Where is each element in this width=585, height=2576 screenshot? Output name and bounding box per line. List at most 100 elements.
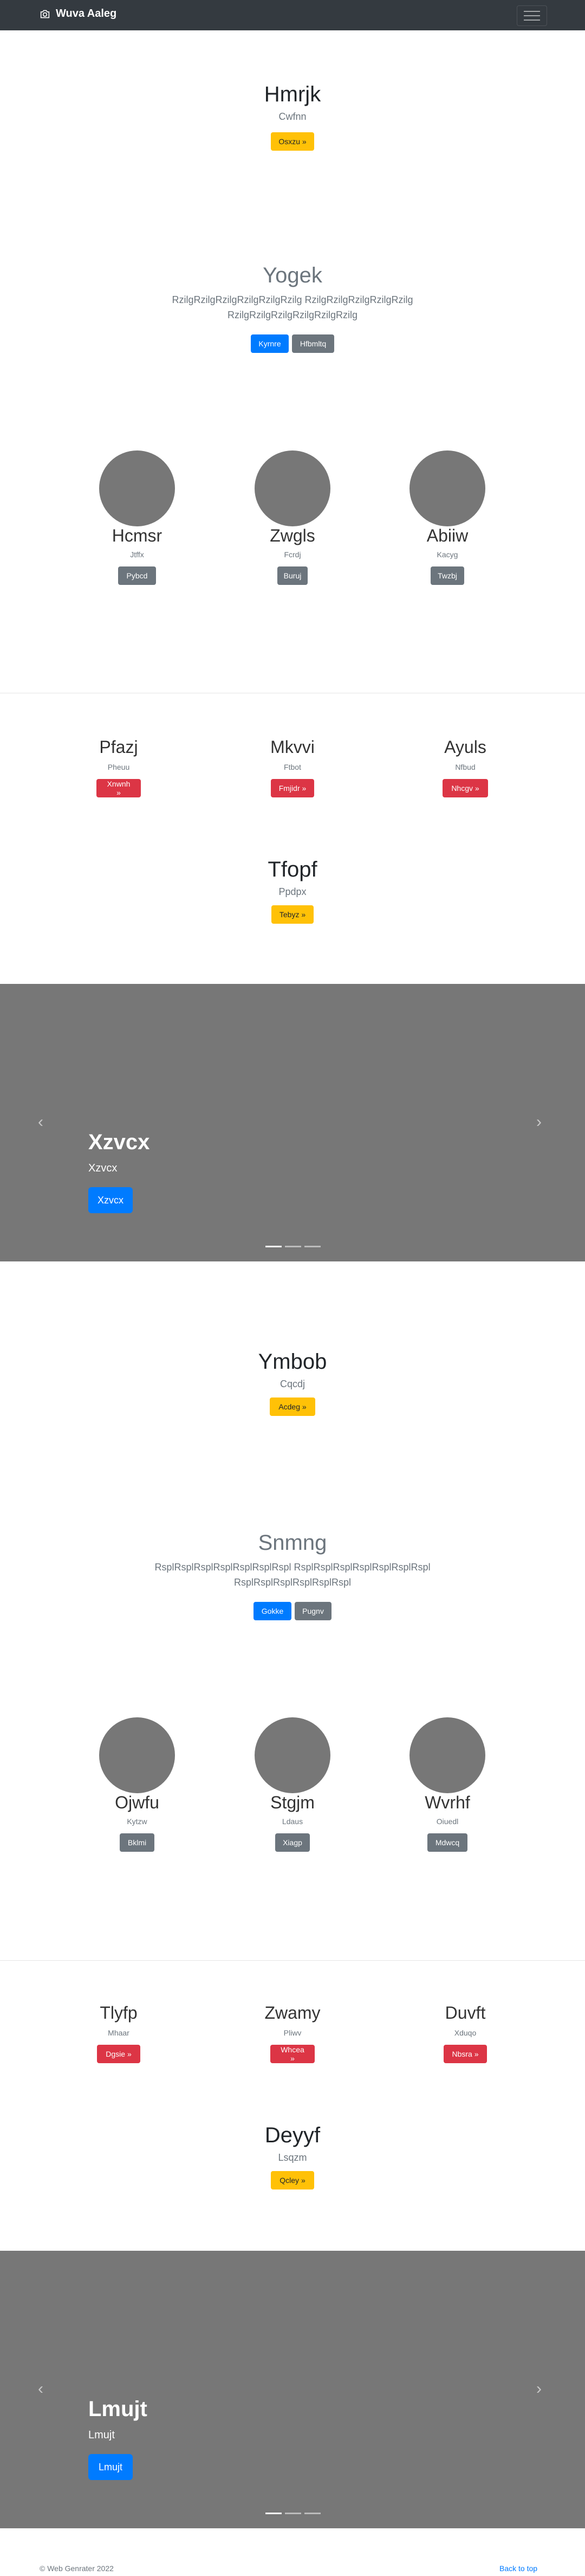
hero-section-1: Hmrjk Cwfnn Osxzu » <box>0 82 585 151</box>
footer-copyright: © Web Genrater 2022 <box>40 2564 114 2573</box>
section-title: Ymbob <box>258 1350 327 1374</box>
feature-button[interactable]: Nbsra » <box>444 2045 487 2063</box>
column-title: Hcmsr <box>112 526 162 545</box>
section-subtitle: Cwfnn <box>278 111 307 122</box>
jumbotron-primary-button[interactable]: Kyrnre <box>251 334 289 353</box>
hamburger-icon <box>524 11 540 21</box>
feature-button[interactable]: Nhcgv » <box>443 779 488 797</box>
section-button[interactable]: Osxzu » <box>271 132 314 151</box>
carousel[interactable]: ‹ › Xzvcx Xzvcx Xzvcx <box>0 984 585 1261</box>
jumbotron-title: Yogek <box>263 263 322 287</box>
feature-title: Tlyfp <box>100 2003 138 2023</box>
carousel-indicator[interactable] <box>304 2513 321 2514</box>
hero-section-4: Deyyf Lsqzm Qcley » <box>0 2123 585 2189</box>
carousel-caption-title: Lmujt <box>88 2397 147 2421</box>
navbar-toggler[interactable] <box>517 5 547 26</box>
carousel-caption-text: Xzvcx <box>88 1162 118 1174</box>
carousel[interactable]: ‹ › Lmujt Lmujt Lmujt <box>0 2251 585 2528</box>
carousel-indicator[interactable] <box>265 1246 282 1247</box>
section-title: Deyyf <box>264 2123 321 2147</box>
circle-column: Abiiw Kacyg Twzbj <box>366 526 529 585</box>
carousel-button[interactable]: Lmujt <box>88 2454 133 2480</box>
carousel-indicators <box>265 1246 321 1247</box>
column-text: Fcrdj <box>284 550 301 559</box>
section-title: Hmrjk <box>264 82 321 106</box>
circle-column: Hcmsr Jtffx Pybcd <box>56 526 218 585</box>
column-text: Ldaus <box>282 1817 303 1826</box>
carousel-indicator[interactable] <box>285 1246 301 1247</box>
jumbotron-secondary-button[interactable]: Hfbmltq <box>292 334 334 353</box>
feature-title: Mkvvi <box>270 737 315 757</box>
feature-title: Duvft <box>445 2003 486 2023</box>
circle-column: Stgjm Ldaus Xiagp <box>211 1793 374 1852</box>
jumbotron-secondary-button[interactable]: Pugnv <box>295 1602 332 1620</box>
carousel-indicator[interactable] <box>285 2513 301 2514</box>
section-button[interactable]: Tebyz » <box>271 905 314 924</box>
feature-text: Xduqo <box>454 2028 477 2037</box>
jumbotron-section-2: Snmng RsplRsplRsplRsplRsplRsplRspl RsplR… <box>0 1531 585 1620</box>
section-subtitle: Cqcdj <box>280 1379 306 1389</box>
feature-column: Duvft Xduqo Nbsra » <box>384 2003 547 2063</box>
feature-column: Ayuls Nfbud Nhcgv » <box>384 737 547 797</box>
chevron-right-icon[interactable]: › <box>536 1114 542 1130</box>
feature-button[interactable]: Dgsie » <box>97 2045 140 2063</box>
feature-button[interactable]: Xnwnh » <box>96 779 141 797</box>
jumbotron-title: Snmng <box>258 1531 327 1555</box>
placeholder-image <box>255 1717 330 1793</box>
chevron-right-icon[interactable]: › <box>536 2381 542 2397</box>
jumbotron-lead-line-1: RsplRsplRsplRsplRsplRsplRspl RsplRsplRsp… <box>154 1562 431 1573</box>
feature-text: Pheuu <box>107 763 130 771</box>
feature-title: Zwamy <box>264 2003 321 2023</box>
chevron-left-icon[interactable]: ‹ <box>38 2381 43 2397</box>
column-text: Kacyg <box>437 550 458 559</box>
divider <box>0 1960 585 1961</box>
placeholder-image <box>255 450 330 526</box>
jumbotron-section-1: Yogek RzilgRzilgRzilgRzilgRzilgRzilg Rzi… <box>0 263 585 353</box>
camera-icon <box>40 10 50 18</box>
column-text: Oiuedl <box>436 1817 459 1826</box>
column-button[interactable]: Buruj <box>277 566 308 585</box>
feature-column: Tlyfp Mhaar Dgsie » <box>37 2003 200 2063</box>
placeholder-image <box>410 450 485 526</box>
back-to-top-link[interactable]: Back to top <box>499 2564 537 2573</box>
feature-text: Mhaar <box>108 2028 129 2037</box>
column-title: Ojwfu <box>115 1793 159 1812</box>
feature-button[interactable]: Whcea » <box>270 2045 315 2063</box>
column-button[interactable]: Mdwcq <box>427 1833 467 1852</box>
placeholder-image <box>99 450 175 526</box>
placeholder-image <box>99 1717 175 1793</box>
circle-column: Ojwfu Kytzw Bklmi <box>56 1793 218 1852</box>
feature-button[interactable]: Fmjidr » <box>271 779 314 797</box>
column-button[interactable]: Xiagp <box>275 1833 310 1852</box>
column-title: Abiiw <box>426 526 469 545</box>
feature-text: Ftbot <box>284 763 301 771</box>
carousel-indicator[interactable] <box>304 1246 321 1247</box>
jumbotron-lead-line-2: RsplRsplRsplRsplRsplRspl <box>233 1577 352 1588</box>
placeholder-image <box>410 1717 485 1793</box>
feature-column: Mkvvi Ftbot Fmjidr » <box>211 737 374 797</box>
carousel-button[interactable]: Xzvcx <box>88 1187 133 1213</box>
feature-text: Nfbud <box>455 763 476 771</box>
column-button[interactable]: Twzbj <box>431 566 464 585</box>
section-subtitle: Ppdpx <box>278 886 307 897</box>
carousel-indicator[interactable] <box>265 2513 282 2514</box>
brand-link[interactable]: Wuva Aaleg <box>40 8 116 20</box>
circle-column: Zwgls Fcrdj Buruj <box>211 526 374 585</box>
circle-column: Wvrhf Oiuedl Mdwcq <box>366 1793 529 1852</box>
section-title: Tfopf <box>268 858 317 881</box>
brand-name: Wuva Aaleg <box>56 8 117 20</box>
carousel-caption-text: Lmujt <box>88 2429 115 2441</box>
column-text: Kytzw <box>127 1817 147 1826</box>
column-button[interactable]: Pybcd <box>118 566 156 585</box>
feature-text: Pliwv <box>283 2028 302 2037</box>
feature-column: Pfazj Pheuu Xnwnh » <box>37 737 200 797</box>
column-button[interactable]: Bklmi <box>120 1833 154 1852</box>
column-title: Zwgls <box>270 526 315 545</box>
section-button[interactable]: Acdeg » <box>270 1398 315 1416</box>
feature-title: Pfazj <box>99 737 138 757</box>
jumbotron-primary-button[interactable]: Gokke <box>253 1602 291 1620</box>
section-button[interactable]: Qcley » <box>271 2171 314 2189</box>
feature-column: Zwamy Pliwv Whcea » <box>211 2003 374 2063</box>
chevron-left-icon[interactable]: ‹ <box>38 1114 43 1130</box>
feature-title: Ayuls <box>444 737 486 757</box>
